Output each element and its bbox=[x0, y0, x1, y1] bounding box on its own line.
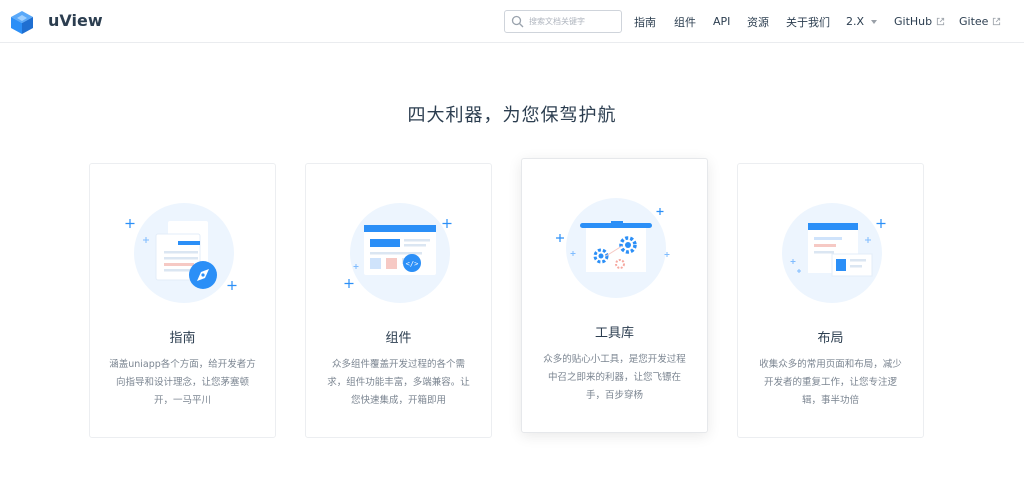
guide-illustration bbox=[125, 203, 237, 303]
card-description: 众多组件覆盖开发过程的各个需求，组件功能丰富，多端兼容。让您快速集成，开箱即用 bbox=[327, 359, 470, 406]
version-label: 2.X bbox=[846, 15, 865, 28]
nav-link-github[interactable]: GitHub bbox=[894, 0, 945, 43]
nav-label: GitHub bbox=[894, 15, 933, 28]
nav-label: 关于我们 bbox=[786, 15, 830, 29]
feature-card-layout[interactable]: 布局 收集众多的常用页面和布局，减少开发者的重复工作，让您专注逻辑，事半功倍 bbox=[737, 163, 924, 438]
feature-card-components[interactable]: </> 组件 众多组件覆盖开发过程的各个需求，组件功能丰富，多端兼容。让您快速集… bbox=[305, 163, 492, 438]
card-title: 组件 bbox=[385, 331, 412, 346]
uview-logo-icon[interactable] bbox=[9, 9, 35, 35]
nav-label: 指南 bbox=[634, 15, 656, 29]
card-title: 指南 bbox=[169, 331, 196, 346]
card-description: 涵盖uniapp各个方面，给开发者方向指导和设计理念，让您茅塞顿开，一马平川 bbox=[109, 359, 256, 406]
nav-label: Gitee bbox=[959, 15, 989, 28]
card-description: 众多的贴心小工具，是您开发过程中召之即来的利器，让您飞镖在手，百步穿杨 bbox=[543, 354, 686, 401]
search-icon bbox=[511, 15, 524, 28]
svg-text:</>: </> bbox=[406, 260, 419, 268]
nav-link-components[interactable]: 组件 bbox=[674, 0, 696, 43]
nav-label: API bbox=[713, 15, 731, 28]
nav-label: 组件 bbox=[674, 15, 696, 29]
nav-label: 资源 bbox=[747, 15, 769, 29]
caret-down-icon bbox=[871, 19, 878, 24]
components-illustration: </> bbox=[344, 203, 452, 303]
external-link-icon bbox=[993, 17, 1001, 26]
brand-name[interactable]: uView bbox=[48, 11, 103, 31]
nav-link-api[interactable]: API bbox=[713, 0, 730, 43]
nav-link-guide[interactable]: 指南 bbox=[634, 0, 656, 43]
card-description: 收集众多的常用页面和布局，减少开发者的重复工作，让您专注逻辑，事半功倍 bbox=[759, 359, 902, 406]
search-input[interactable] bbox=[529, 13, 619, 30]
feature-card-guide[interactable]: 指南 涵盖uniapp各个方面，给开发者方向指导和设计理念，让您茅塞顿开，一马平… bbox=[89, 163, 276, 438]
feature-card-tools[interactable]: 工具库 众多的贴心小工具，是您开发过程中召之即来的利器，让您飞镖在手，百步穿杨 bbox=[521, 158, 708, 433]
card-title: 工具库 bbox=[594, 326, 634, 341]
external-link-icon bbox=[937, 17, 945, 26]
nav-link-about[interactable]: 关于我们 bbox=[786, 0, 830, 43]
nav-link-resources[interactable]: 资源 bbox=[747, 0, 769, 43]
section-title: 四大利器，为您保驾护航 bbox=[407, 105, 617, 126]
version-dropdown[interactable]: 2.X bbox=[846, 0, 878, 43]
card-title: 布局 bbox=[817, 331, 844, 346]
search-box[interactable] bbox=[504, 10, 622, 33]
nav-link-gitee[interactable]: Gitee bbox=[959, 0, 1001, 43]
tools-illustration bbox=[556, 198, 670, 298]
top-navbar: uView 指南 组件 API 资源 关于我们 2.X GitHub Gitee bbox=[0, 0, 1024, 43]
layout-illustration bbox=[782, 203, 886, 303]
